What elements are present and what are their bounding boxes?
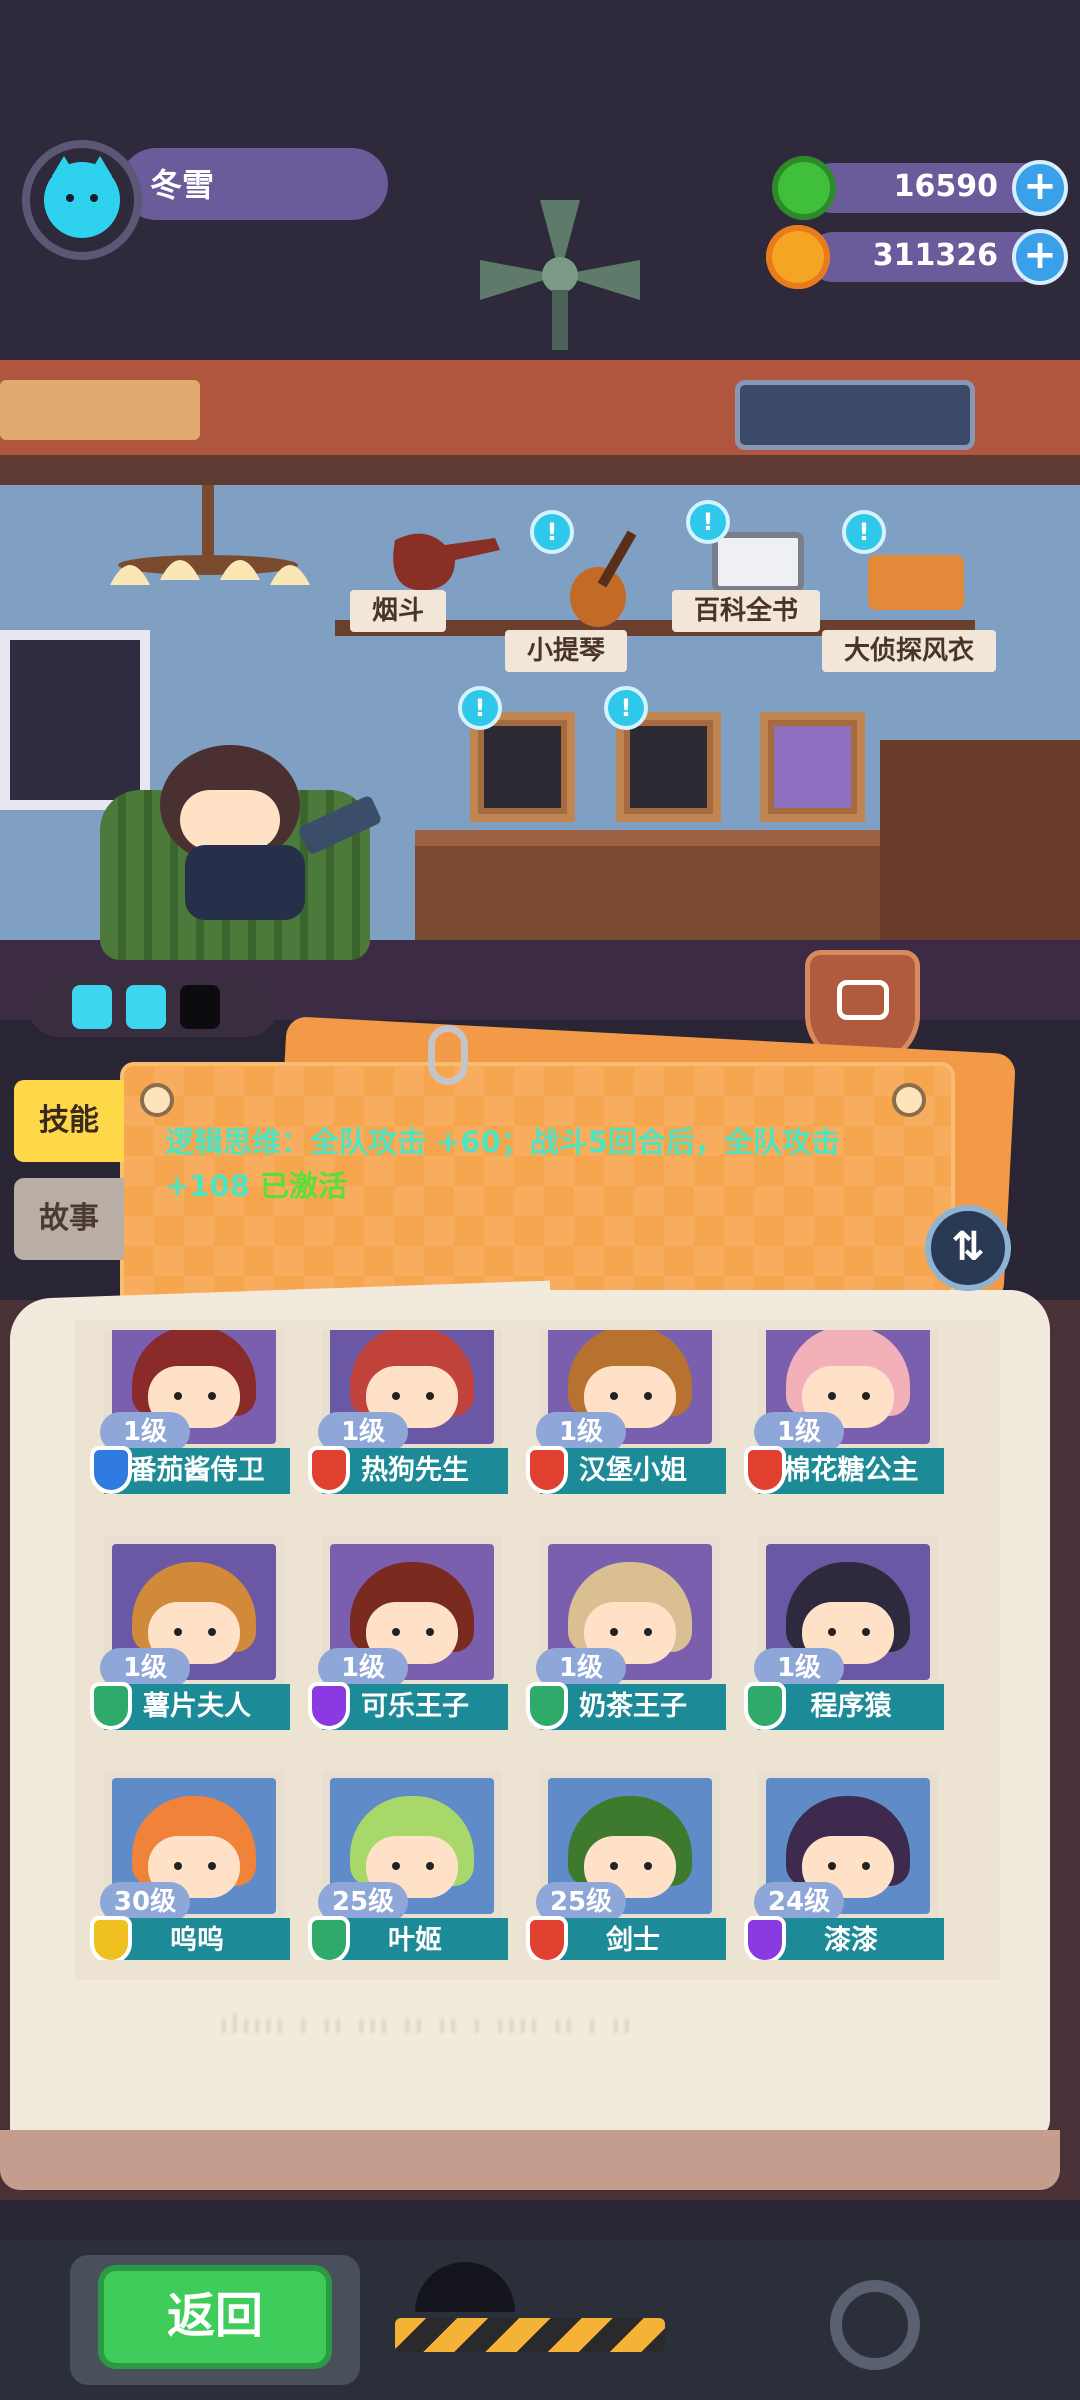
pin-icon	[892, 1083, 926, 1117]
add-green-coin-button[interactable]: +	[1012, 160, 1068, 216]
green-coin-icon	[772, 156, 836, 220]
room-window	[0, 630, 150, 810]
skill-status: 已激活	[259, 1169, 347, 1203]
eye	[208, 1392, 216, 1400]
eye	[174, 1862, 182, 1870]
character-card[interactable]: 1级 棉花糖公主	[744, 1330, 950, 1502]
eye	[392, 1628, 400, 1636]
paperclip-icon	[428, 1025, 468, 1085]
class-shield-icon	[744, 1446, 786, 1494]
character-card[interactable]: 24级 漆漆	[744, 1770, 950, 1960]
eye	[610, 1862, 618, 1870]
book-edge	[0, 2130, 1060, 2190]
currency-planet-value: 311326	[872, 238, 998, 273]
item-label-violin[interactable]: 小提琴	[505, 630, 628, 672]
character-card[interactable]: 1级 程序猿	[744, 1536, 950, 1738]
item-label-coat[interactable]: 大侦探风衣	[822, 630, 997, 672]
character-grid: 1级 番茄酱侍卫 1级 热狗先生 1级 汉堡小姐 1级 棉花糖公主 1级 薯片夫人 1级 可乐王子 1级…	[90, 1330, 990, 1960]
eye	[862, 1628, 870, 1636]
eye	[426, 1628, 434, 1636]
chandelier-icon	[110, 485, 310, 585]
eye	[644, 1392, 652, 1400]
class-shield-icon	[526, 1916, 568, 1960]
tab-story[interactable]: 故事	[14, 1178, 124, 1260]
comment-icon	[837, 980, 889, 1020]
blurred-page-text: ılıııı ı ıı ııı ıı ıı ı ıııı ıı ı ıı	[220, 2010, 635, 2040]
class-shield-icon	[744, 1916, 786, 1960]
eye	[426, 1862, 434, 1870]
eye	[828, 1628, 836, 1636]
energy-cell-empty-icon	[180, 985, 220, 1029]
eye	[174, 1392, 182, 1400]
info-bubble-icon[interactable]: !	[686, 500, 730, 544]
character-card[interactable]: 1级 汉堡小姐	[526, 1330, 732, 1502]
class-shield-icon	[308, 1446, 350, 1494]
eye	[610, 1628, 618, 1636]
item-label-encyclopedia[interactable]: 百科全书	[672, 590, 821, 632]
picture-frame-3[interactable]	[760, 712, 865, 822]
desk	[415, 830, 885, 945]
skill-description: 逻辑思维：全队攻击 +60；战斗5回合后，全队攻击 +108 已激活	[165, 1120, 925, 1208]
class-shield-icon	[526, 1446, 568, 1494]
currency-green-value: 16590	[893, 169, 998, 204]
eye	[174, 1628, 182, 1636]
eye	[644, 1628, 652, 1636]
cat-avatar-icon	[44, 156, 120, 238]
ghost-panel	[735, 380, 975, 450]
pipe-icon[interactable]	[385, 520, 505, 600]
energy-cell-icon	[126, 985, 166, 1029]
player-name: 冬雪	[150, 166, 215, 204]
character-card[interactable]: 30级 呜呜	[90, 1770, 296, 1960]
character-card[interactable]: 1级 可乐王子	[308, 1536, 514, 1738]
class-shield-icon	[90, 1682, 132, 1730]
eye	[392, 1392, 400, 1400]
info-bubble-icon[interactable]: !	[842, 510, 886, 554]
character-card[interactable]: 1级 热狗先生	[308, 1330, 514, 1502]
info-bubble-icon[interactable]: !	[604, 686, 648, 730]
hazard-stripe	[395, 2318, 665, 2352]
character-card[interactable]: 25级 剑士	[526, 1770, 732, 1960]
eye	[426, 1392, 434, 1400]
player-avatar[interactable]	[22, 140, 142, 260]
bookshelf	[880, 740, 1080, 940]
character-card[interactable]: 25级 叶姬	[308, 1770, 514, 1960]
coat-icon[interactable]	[868, 555, 964, 610]
class-shield-icon	[90, 1916, 132, 1960]
character-card[interactable]: 1级 番茄酱侍卫	[90, 1330, 296, 1502]
info-bubble-icon[interactable]: !	[530, 510, 574, 554]
character-card[interactable]: 1级 薯片夫人	[90, 1536, 296, 1738]
add-planet-coin-button[interactable]: +	[1012, 229, 1068, 285]
class-shield-icon	[526, 1682, 568, 1730]
gear-wheel-icon	[830, 2280, 920, 2370]
eye	[392, 1862, 400, 1870]
eye	[208, 1628, 216, 1636]
detective-body	[185, 845, 305, 920]
encyclopedia-icon[interactable]	[712, 532, 804, 592]
eye	[828, 1392, 836, 1400]
violin-icon[interactable]	[560, 525, 650, 630]
ceiling-vent	[0, 380, 200, 440]
ceiling-band	[0, 455, 1080, 485]
character-card[interactable]: 1级 奶茶王子	[526, 1536, 732, 1738]
eye	[862, 1392, 870, 1400]
info-bubble-icon[interactable]: !	[458, 686, 502, 730]
item-label-pipe[interactable]: 烟斗	[350, 590, 447, 632]
eye	[828, 1862, 836, 1870]
eye	[208, 1862, 216, 1870]
planet-coin-icon	[766, 225, 830, 289]
eye	[862, 1862, 870, 1870]
eye	[644, 1862, 652, 1870]
back-button[interactable]: 返回	[98, 2265, 332, 2369]
swap-button[interactable]: ⇅	[925, 1205, 1011, 1291]
ceiling-fan-icon	[480, 200, 640, 350]
eye	[610, 1392, 618, 1400]
class-shield-icon	[308, 1682, 350, 1730]
energy-cell-icon	[72, 985, 112, 1029]
pin-icon	[140, 1083, 174, 1117]
detective-face	[180, 790, 280, 850]
class-shield-icon	[308, 1916, 350, 1960]
tab-skill[interactable]: 技能	[14, 1080, 124, 1162]
class-shield-icon	[744, 1682, 786, 1730]
class-shield-icon	[90, 1446, 132, 1494]
